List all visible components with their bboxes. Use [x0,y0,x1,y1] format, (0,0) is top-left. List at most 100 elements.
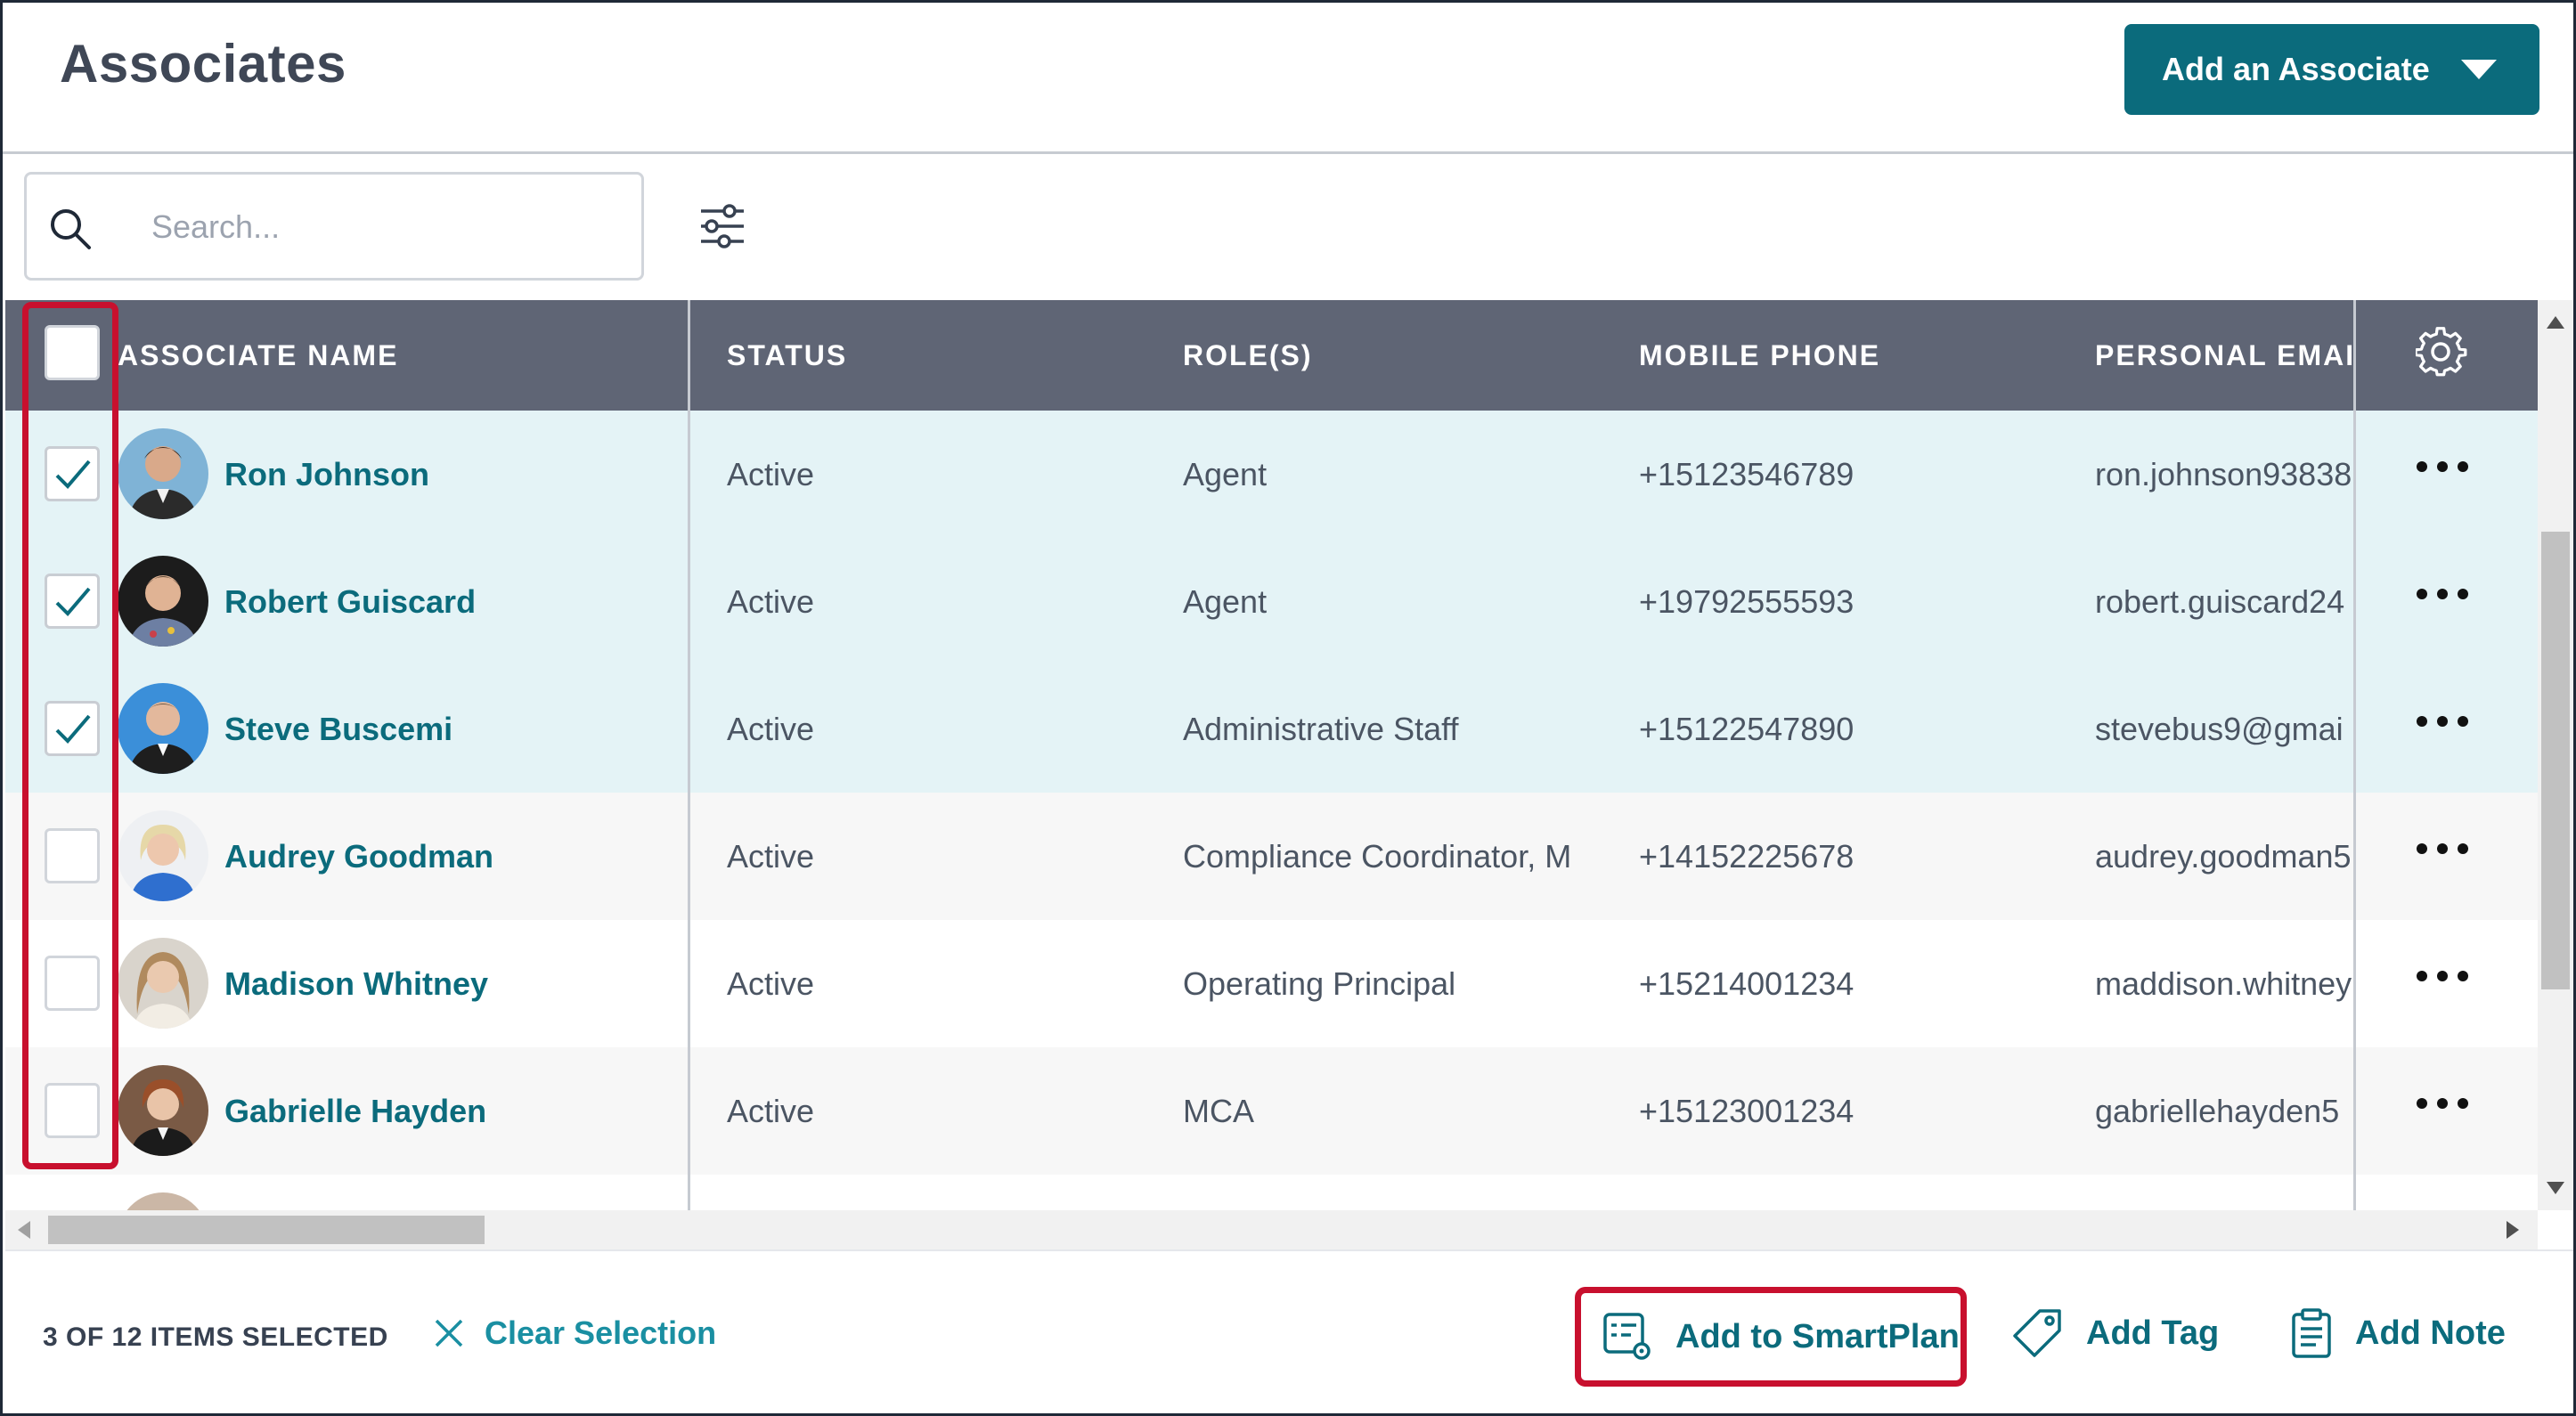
smartplan-icon [1603,1313,1651,1360]
add-associate-button[interactable]: Add an Associate [2124,24,2539,115]
add-to-smartplan-button[interactable]: Add to SmartPlan [1575,1287,1967,1387]
clipboard-icon [2292,1308,2331,1358]
vertical-scroll-thumb[interactable] [2541,532,2570,989]
email-cell: audrey.goodman5 [2095,837,2352,875]
row-checkbox[interactable] [45,956,100,1011]
add-note-button[interactable]: Add Note [2291,1298,2506,1369]
add-tag-label: Add Tag [2086,1314,2220,1352]
checkmark-icon [55,460,91,489]
status-cell: Active [727,837,815,875]
column-divider [688,300,690,1210]
avatar [118,810,208,901]
bulk-action-bar: 3 OF 12 ITEMS SELECTED Clear Selection A… [5,1249,2573,1413]
scroll-up-arrow-icon[interactable] [2547,316,2564,329]
email-cell: ron.johnson93838 [2095,455,2352,492]
role-cell: MCA [1183,1092,1254,1129]
clear-selection-button[interactable]: Clear Selection [433,1298,716,1369]
email-cell: robert.guiscard24 [2095,582,2345,620]
avatar [118,1065,208,1156]
table-row[interactable]: Audrey Goodman Active Compliance Coordin… [5,793,2539,920]
scroll-down-arrow-icon[interactable] [2547,1182,2564,1194]
select-all-checkbox[interactable] [45,325,100,380]
associate-name-link[interactable]: Gabrielle Hayden [224,1093,486,1130]
table-row[interactable]: Steve Buscemi Active Administrative Staf… [5,665,2539,793]
role-cell: Agent [1183,582,1268,620]
row-checkbox[interactable] [45,1083,100,1138]
row-checkbox[interactable] [45,574,100,629]
phone-cell: +15123546789 [1639,455,1855,492]
associate-name-link[interactable]: Madison Whitney [224,965,488,1003]
phone-cell: +19792555593 [1639,582,1855,620]
horizontal-scrollbar[interactable] [5,1210,2538,1249]
caret-down-icon [2461,60,2497,79]
role-cell: Administrative Staff [1183,710,1459,747]
associate-name-link[interactable]: Ron Johnson [224,456,429,493]
more-options-icon[interactable] [2416,460,2469,473]
role-cell: Compliance Coordinator, M [1183,837,1571,875]
avatar [118,683,208,774]
page-title: Associates [60,34,346,94]
more-options-icon[interactable] [2416,1097,2469,1110]
column-header-status[interactable]: STATUS [727,339,847,372]
status-cell: Active [727,582,815,620]
phone-cell: +15123001234 [1639,1092,1855,1129]
column-divider [2353,300,2356,1210]
close-icon [435,1319,463,1347]
add-to-smartplan-label: Add to SmartPlan [1675,1317,1960,1355]
associate-name-link[interactable]: Audrey Goodman [224,838,493,875]
associates-table: Ron Johnson Active Agent +15123546789 ro… [5,300,2539,1210]
avatar [118,1192,208,1210]
associate-name-link[interactable]: Steve Buscemi [224,711,452,748]
status-cell: Active [727,964,815,1002]
more-options-icon[interactable] [2416,970,2469,982]
search-icon [51,209,91,249]
column-header-roles[interactable]: ROLE(S) [1183,339,1313,372]
role-cell: Operating Principal [1183,964,1456,1002]
phone-cell: +15122547890 [1639,710,1855,747]
email-cell: stevebus9@gmai [2095,710,2344,747]
column-header-mobile-phone[interactable]: MOBILE PHONE [1639,339,1880,372]
scroll-right-arrow-icon[interactable] [2507,1221,2519,1239]
gear-icon[interactable] [2416,327,2469,380]
table-row[interactable]: Madison Whitney Active Operating Princip… [5,920,2539,1047]
vertical-scrollbar[interactable] [2538,300,2573,1210]
selected-count-label: 3 OF 12 ITEMS SELECTED [43,1322,388,1352]
status-cell: Active [727,1092,815,1129]
add-tag-button[interactable]: Add Tag [2011,1298,2219,1369]
avatar [118,556,208,647]
clear-selection-label: Clear Selection [485,1314,717,1351]
filter-settings-icon[interactable] [699,204,746,248]
table-row[interactable]: Ron Johnson Active Agent +15123546789 ro… [5,411,2539,538]
associate-name-link[interactable]: Robert Guiscard [224,583,476,621]
add-note-label: Add Note [2355,1314,2506,1352]
column-header-associate-name[interactable]: ASSOCIATE NAME [118,339,398,372]
more-options-icon[interactable] [2416,588,2469,600]
table-header: ASSOCIATE NAME STATUS ROLE(S) MOBILE PHO… [5,300,2539,411]
avatar [118,938,208,1029]
table-row[interactable]: Robert Guiscard Active Agent +1979255559… [5,538,2539,665]
row-checkbox[interactable] [45,828,100,883]
status-cell: Active [727,710,815,747]
add-associate-label: Add an Associate [2162,51,2430,87]
horizontal-scroll-thumb[interactable] [48,1216,485,1244]
more-options-icon[interactable] [2416,715,2469,728]
column-header-personal-email[interactable]: PERSONAL EMAI [2095,339,2355,372]
role-cell: Agent [1183,455,1268,492]
checkmark-icon [55,714,91,744]
phone-cell: +15214001234 [1639,964,1855,1002]
status-cell: Active [727,455,815,492]
page-header: Associates Add an Associate [3,3,2573,154]
avatar [118,428,208,519]
email-cell: maddison.whitney [2095,964,2352,1002]
row-checkbox[interactable] [45,701,100,756]
search-box[interactable] [24,172,644,281]
email-cell: gabriellehayden5 [2095,1092,2340,1129]
tag-icon [2013,1309,2061,1357]
search-input[interactable] [151,198,615,256]
table-row-partial [5,1175,2539,1210]
app-window: Associates Add an Associate Ron Johnson [0,0,2576,1416]
more-options-icon[interactable] [2416,842,2469,855]
table-row[interactable]: Gabrielle Hayden Active MCA +15123001234… [5,1047,2539,1175]
scroll-left-arrow-icon[interactable] [18,1221,30,1239]
row-checkbox[interactable] [45,446,100,501]
